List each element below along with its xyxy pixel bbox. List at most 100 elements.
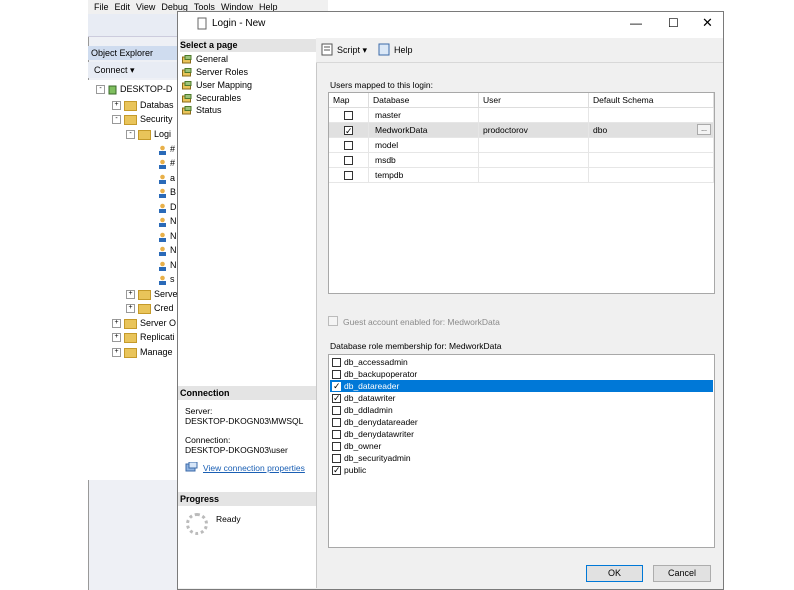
tree-node[interactable]: - Logi xyxy=(126,126,178,142)
tree-node[interactable]: B xyxy=(158,184,178,200)
map-checkbox[interactable] xyxy=(344,156,353,166)
minimize-button[interactable]: — xyxy=(630,16,642,30)
role-checkbox[interactable] xyxy=(332,464,341,476)
table-row[interactable]: tempdb xyxy=(329,168,714,183)
script-dropdown-icon[interactable]: ▾ xyxy=(363,45,368,55)
role-item[interactable]: public xyxy=(330,464,713,476)
cancel-button[interactable]: Cancel xyxy=(653,565,711,582)
tree-node[interactable]: + Manage xyxy=(112,344,178,360)
page-label: General xyxy=(196,54,229,64)
expand-toggle-icon[interactable]: + xyxy=(112,319,121,329)
script-button[interactable]: Script ▾ xyxy=(337,43,367,57)
tree-node-label: s xyxy=(170,274,175,284)
expand-toggle-icon[interactable]: + xyxy=(112,348,121,358)
expand-toggle-icon[interactable]: - xyxy=(126,130,135,140)
menu-edit[interactable]: Edit xyxy=(115,2,131,12)
page-label: Securables xyxy=(196,93,242,103)
role-checkbox[interactable] xyxy=(332,418,341,428)
schema-value: dbo xyxy=(593,125,608,135)
tree-node[interactable]: - Security xyxy=(112,111,178,127)
role-checkbox[interactable] xyxy=(332,358,341,368)
role-item[interactable]: db_backupoperator xyxy=(330,368,713,380)
user-cell[interactable] xyxy=(479,153,589,168)
role-item[interactable]: db_securityadmin xyxy=(330,452,713,464)
view-connection-properties-link[interactable]: View connection properties xyxy=(203,463,305,473)
role-checkbox[interactable] xyxy=(332,406,341,416)
role-item[interactable]: db_denydatawriter xyxy=(330,428,713,440)
grid-header-user[interactable]: User xyxy=(479,93,589,108)
ok-button[interactable]: OK xyxy=(586,565,643,582)
menu-file[interactable]: File xyxy=(94,2,109,12)
expand-toggle-icon[interactable]: + xyxy=(126,304,135,314)
tree-node-label: Manage xyxy=(140,347,173,357)
schema-cell[interactable] xyxy=(589,168,714,183)
table-row[interactable]: master xyxy=(329,108,714,123)
tree-node[interactable]: + Replicati xyxy=(112,329,178,345)
role-label: db_denydatawriter xyxy=(344,429,414,439)
role-checkbox[interactable] xyxy=(332,442,341,452)
menu-view[interactable]: View xyxy=(136,2,155,12)
role-label: db_ddladmin xyxy=(344,405,393,415)
page-general[interactable]: General xyxy=(182,53,228,65)
user-cell[interactable] xyxy=(479,138,589,153)
page-securables[interactable]: Securables xyxy=(182,92,241,104)
tree-node[interactable]: N xyxy=(158,213,178,229)
database-cell: model xyxy=(369,138,479,153)
map-checkbox[interactable] xyxy=(344,141,353,151)
grid-header-map[interactable]: Map xyxy=(329,93,369,108)
schema-cell[interactable]: dbo... xyxy=(589,123,714,138)
page-user-mapping[interactable]: User Mapping xyxy=(182,79,252,91)
schema-cell[interactable] xyxy=(589,153,714,168)
role-checkbox[interactable] xyxy=(332,380,341,392)
page-status[interactable]: Status xyxy=(182,104,222,116)
map-checkbox[interactable] xyxy=(344,124,353,137)
close-button[interactable]: ✕ xyxy=(702,15,713,31)
role-item[interactable]: db_accessadmin xyxy=(330,356,713,368)
role-checkbox[interactable] xyxy=(332,430,341,440)
expand-toggle-icon[interactable]: + xyxy=(112,101,121,111)
role-checkbox[interactable] xyxy=(332,392,341,404)
role-item[interactable]: db_ddladmin xyxy=(330,404,713,416)
role-item[interactable]: db_denydatareader xyxy=(330,416,713,428)
user-cell[interactable] xyxy=(479,168,589,183)
role-item[interactable]: db_datareader xyxy=(330,380,713,392)
role-checkbox[interactable] xyxy=(332,454,341,464)
maximize-button[interactable]: ☐ xyxy=(668,16,679,30)
role-checkbox[interactable] xyxy=(332,370,341,380)
folder-icon xyxy=(124,114,137,125)
page-server-roles[interactable]: Server Roles xyxy=(182,66,248,78)
help-button[interactable]: Help xyxy=(394,43,413,57)
page-icon xyxy=(182,106,192,115)
server-label: Server: xyxy=(185,406,213,416)
guest-account-checkbox[interactable] xyxy=(328,316,338,326)
tree-node-label: Replicati xyxy=(140,332,175,342)
role-item[interactable]: db_owner xyxy=(330,440,713,452)
table-row[interactable]: MedworkDataprodoctorovdbo... xyxy=(329,123,714,138)
tree-node[interactable]: + Cred xyxy=(126,300,178,316)
table-row[interactable]: msdb xyxy=(329,153,714,168)
schema-cell[interactable] xyxy=(589,108,714,123)
schema-browse-button[interactable]: ... xyxy=(697,124,711,135)
user-cell[interactable]: prodoctorov xyxy=(479,123,589,138)
expand-toggle-icon[interactable]: - xyxy=(96,85,105,95)
map-checkbox[interactable] xyxy=(344,111,353,121)
tree-node[interactable]: # xyxy=(158,155,178,171)
grid-header-database[interactable]: Database xyxy=(369,93,479,108)
expand-toggle-icon[interactable]: + xyxy=(126,290,135,300)
schema-cell[interactable] xyxy=(589,138,714,153)
user-cell[interactable] xyxy=(479,108,589,123)
tree-node-label: Serve xyxy=(154,289,178,299)
tree-node[interactable]: - DESKTOP-D xyxy=(96,81,178,97)
connect-button[interactable]: Connect ▾ xyxy=(88,62,178,78)
user-icon xyxy=(159,261,166,271)
grid-header-default-schema[interactable]: Default Schema xyxy=(589,93,714,108)
map-checkbox[interactable] xyxy=(344,171,353,181)
expand-toggle-icon[interactable]: + xyxy=(112,333,121,343)
tree-node[interactable]: s xyxy=(158,271,178,287)
expand-toggle-icon[interactable]: - xyxy=(112,115,121,125)
tree-node[interactable]: N xyxy=(158,242,178,258)
object-explorer-tree: - DESKTOP-D + Databas - Security - Logi # # a B D N N N… xyxy=(88,80,178,480)
tree-node-label: Databas xyxy=(140,100,174,110)
table-row[interactable]: model xyxy=(329,138,714,153)
role-item[interactable]: db_datawriter xyxy=(330,392,713,404)
